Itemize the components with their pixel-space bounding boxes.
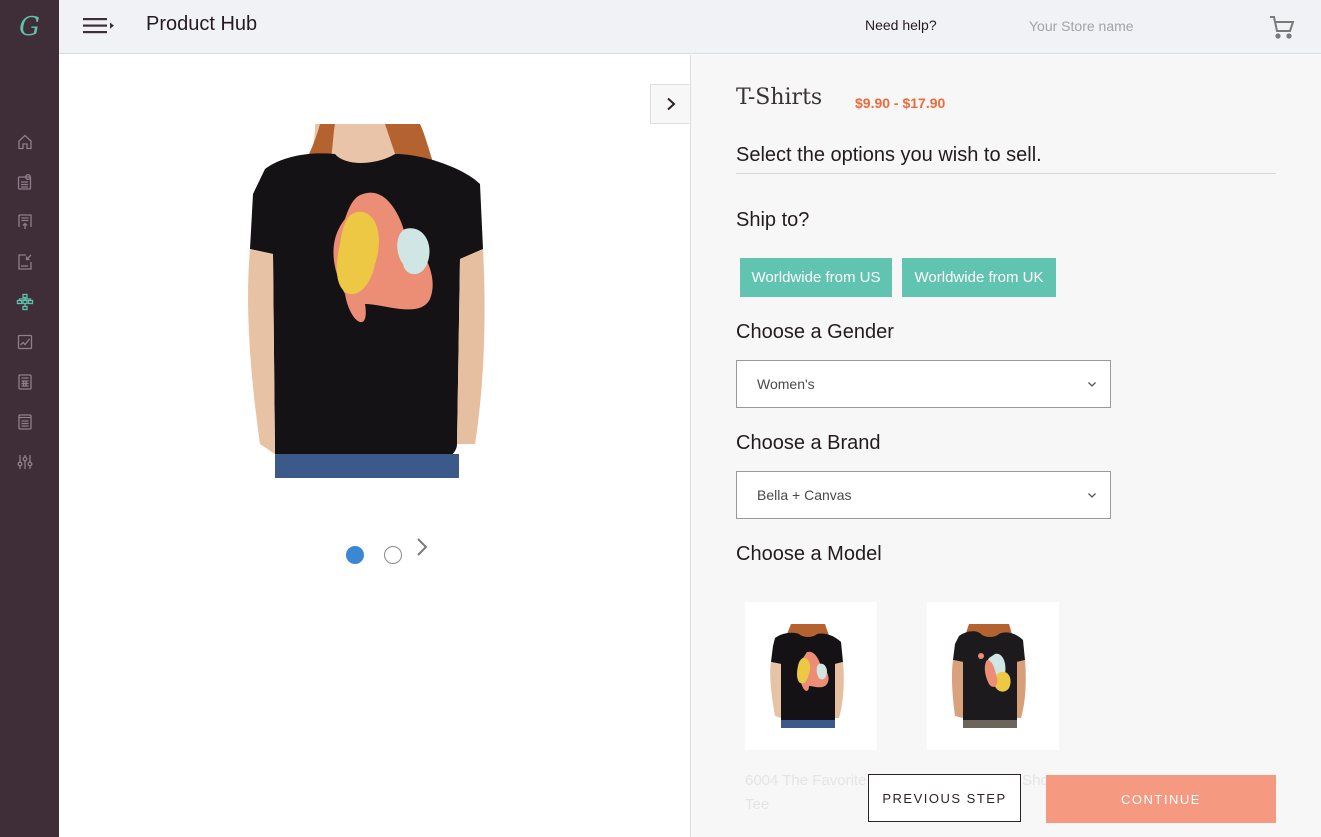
store-name-input[interactable] [1029,14,1209,38]
settings-sliders-icon [17,455,33,469]
csv-import-icon [18,254,32,270]
model-name-line1: 6004 The Favorite [745,772,867,789]
brand-heading: Choose a Brand [736,432,881,454]
brand-selected-value: Bella + Canvas [757,487,852,503]
divider [736,173,1276,174]
logo-glyph: G [19,12,40,42]
sidebar-item-orders[interactable] [14,411,36,433]
chevron-right-icon [417,538,428,556]
collapse-panel-button[interactable] [650,84,690,124]
carousel-dot-2[interactable] [384,546,402,564]
need-help-link[interactable]: Need help? [865,17,937,33]
model-card-8413[interactable] [927,602,1059,750]
gender-select[interactable]: Women's [736,360,1111,408]
model-name-line2: Tee [745,796,770,813]
analytics-chart-icon [17,334,33,350]
app-title: Product Hub [146,13,258,35]
sidebar-item-profile[interactable] [14,171,36,193]
product-gallery [59,55,690,837]
calculator-icon [18,374,32,390]
previous-step-button[interactable]: PREVIOUS STEP [868,774,1021,822]
product-image [245,124,485,478]
model-thumbnail [770,624,844,728]
carousel-dot-1[interactable] [346,546,364,564]
chevron-down-icon [1088,382,1096,387]
sidebar-item-products[interactable] [14,291,36,313]
model-name-6004: 6004 The Favorite Tee [745,769,877,817]
app-logo[interactable]: G [0,0,59,54]
brand-select[interactable]: Bella + Canvas [736,471,1111,519]
sidebar-item-upload[interactable] [14,211,36,233]
sidebar-item-csv-import[interactable] [14,251,36,273]
options-panel: T-Shirts $9.90 - $17.90 Select the optio… [690,55,1321,837]
continue-button[interactable]: CONTINUE [1046,775,1276,823]
price-range: $9.90 - $17.90 [855,95,946,111]
home-icon [18,134,32,150]
chevron-down-icon [1088,493,1096,498]
sidebar-item-calculator[interactable] [14,371,36,393]
instructions-text: Select the options you wish to sell. [736,144,1042,166]
model-heading: Choose a Model [736,543,882,565]
sidebar-item-home[interactable] [14,131,36,153]
upload-document-icon [18,214,32,229]
ship-option-us-button[interactable]: Worldwide from US [740,258,892,297]
sidebar-item-settings[interactable] [14,451,36,473]
sidebar-item-analytics[interactable] [14,331,36,353]
cart-button[interactable] [1268,13,1296,41]
ship-option-uk-button[interactable]: Worldwide from UK [902,258,1056,297]
menu-toggle-button[interactable] [83,16,117,36]
sidebar: G [0,0,59,837]
top-bar: Product Hub Need help? [59,0,1321,54]
model-thumbnail [951,624,1026,728]
gender-heading: Choose a Gender [736,321,894,343]
profile-card-icon [17,174,32,190]
product-hierarchy-icon [16,293,34,311]
cart-icon [1270,16,1295,39]
product-title: T-Shirts [736,85,823,110]
orders-list-icon [18,414,32,430]
model-card-6004[interactable] [745,602,877,750]
carousel-next-button[interactable] [414,536,430,558]
ship-to-heading: Ship to? [736,209,810,231]
hamburger-menu-icon [83,18,114,34]
gender-selected-value: Women's [757,376,815,392]
chevron-right-icon [666,97,675,111]
tshirt-photo-illustration [245,124,485,478]
